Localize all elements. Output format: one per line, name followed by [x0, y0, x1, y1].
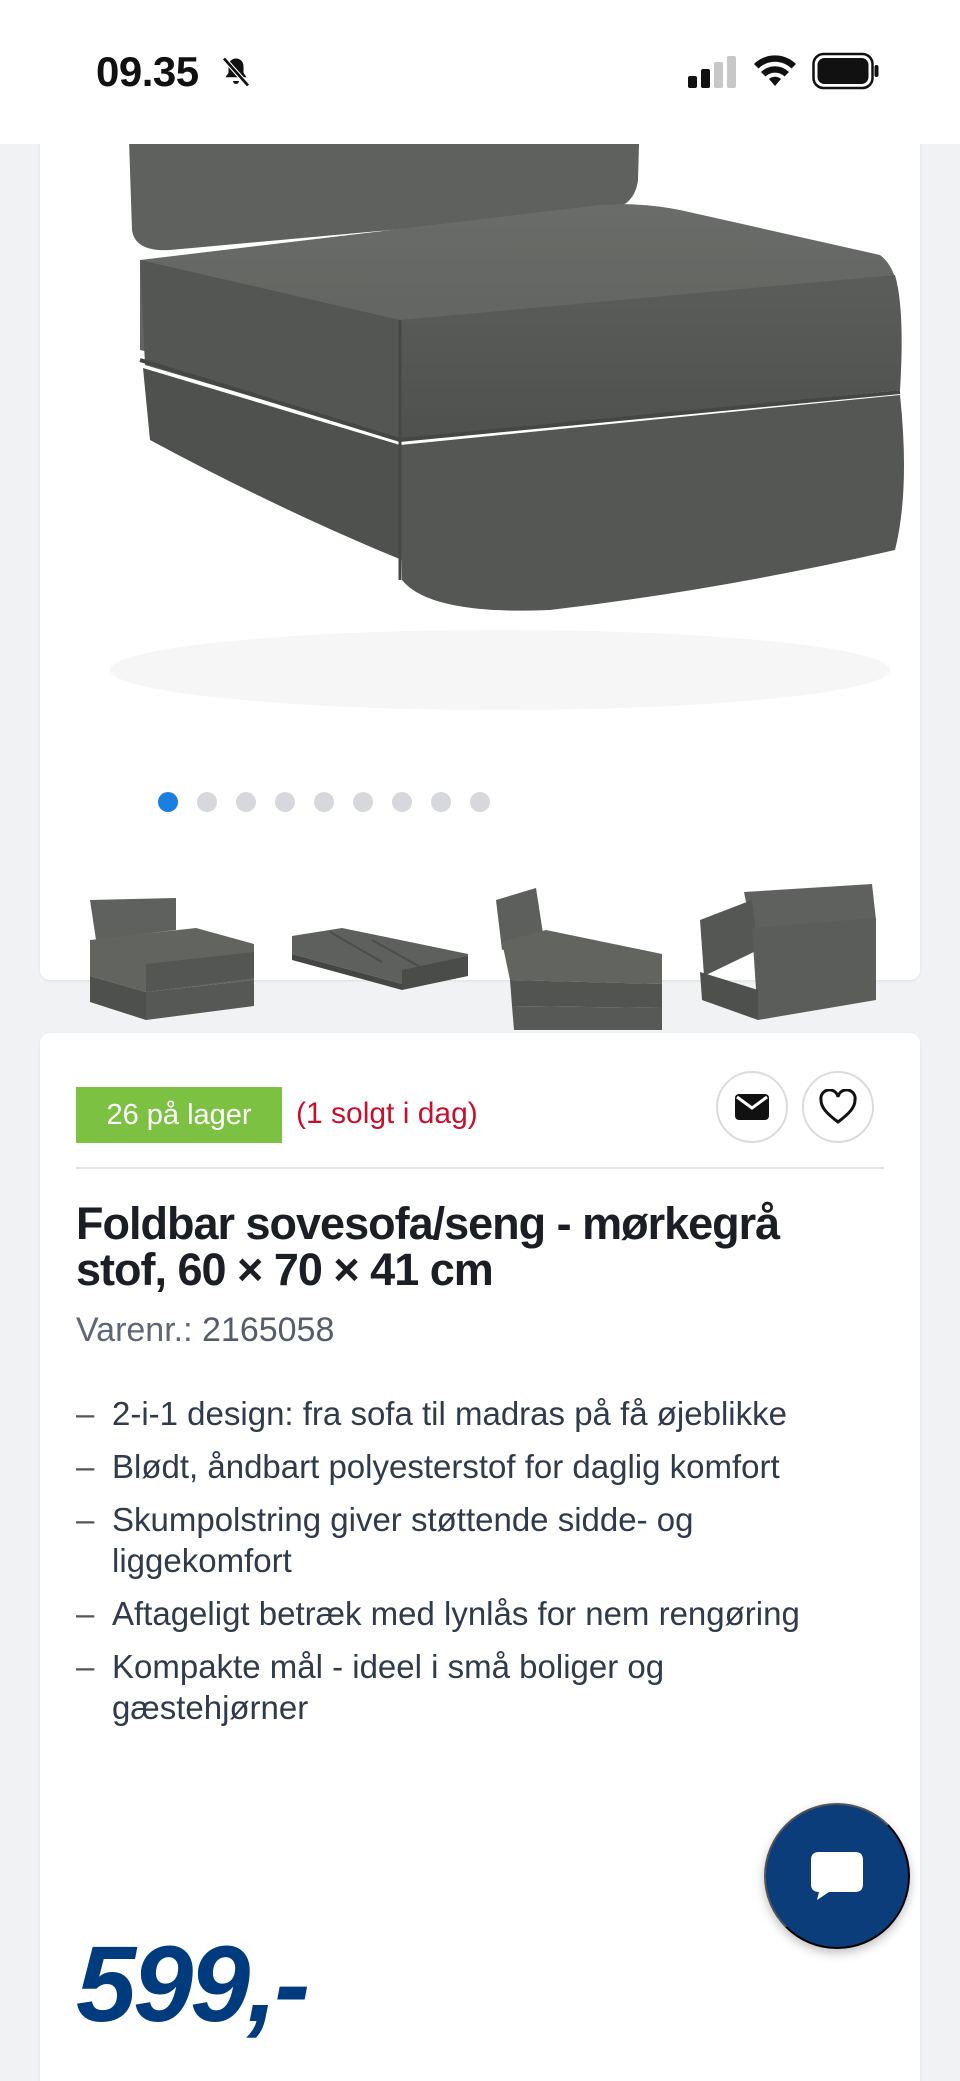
- feature-text: Kompakte mål - ideel i små boliger og gæ…: [112, 1648, 665, 1726]
- stock-badge: 26 på lager: [76, 1087, 282, 1143]
- sold-today-text: (1 solgt i dag): [296, 1097, 478, 1130]
- product-sku: Varenr.: 2165058: [76, 1311, 334, 1350]
- cellular-signal-icon: [688, 56, 736, 88]
- thumbnail-1[interactable]: [76, 880, 266, 1030]
- list-item: – Aftageligt betræk med lynlås for nem re…: [76, 1595, 800, 1632]
- thumbnail-4[interactable]: [692, 880, 882, 1030]
- share-email-button[interactable]: [716, 1071, 788, 1143]
- battery-icon: [812, 52, 879, 90]
- feature-text: Skumpolstring giver støttende sidde- og …: [112, 1501, 694, 1579]
- product-gallery: [40, 110, 920, 1030]
- product-title: Foldbar sovesofa/seng - mørkegrå stof, 6…: [76, 1198, 780, 1295]
- pagination-dot[interactable]: [392, 792, 412, 812]
- chat-button[interactable]: [764, 1803, 910, 1949]
- heart-icon: [819, 1089, 857, 1124]
- status-bar: 09.35: [0, 0, 960, 144]
- product-price: 599,-: [76, 1923, 310, 2044]
- list-item: – Blødt, åndbart polyesterstof for daglig…: [76, 1448, 780, 1485]
- chat-bubble-icon: [811, 1852, 863, 1900]
- favorite-button[interactable]: [802, 1071, 874, 1143]
- feature-text: Aftageligt betræk med lynlås for nem ren…: [112, 1595, 800, 1632]
- feature-text: 2-i-1 design: fra sofa til madras på få …: [112, 1395, 787, 1432]
- pagination-dot[interactable]: [236, 792, 256, 812]
- list-item: – Skumpolstring giver støttende sidde- og…: [76, 1501, 694, 1579]
- bell-slash-icon: [222, 56, 250, 88]
- pagination-dot[interactable]: [470, 792, 490, 812]
- list-item: –2-i-1 design: fra sofa til madras på få…: [76, 1395, 787, 1432]
- thumbnail-3[interactable]: [486, 880, 676, 1030]
- status-time: 09.35: [96, 48, 199, 95]
- divider: [76, 1167, 884, 1169]
- thumbnail-2[interactable]: [282, 880, 472, 1030]
- pagination-dot[interactable]: [314, 792, 334, 812]
- list-item: – Kompakte mål - ideel i små boliger og g…: [76, 1648, 665, 1726]
- product-main-image[interactable]: [80, 110, 920, 730]
- thumbnail-strip: [76, 880, 896, 1030]
- gallery-pagination: [40, 792, 920, 814]
- envelope-icon: [735, 1094, 769, 1120]
- wifi-icon: [754, 55, 796, 86]
- pagination-dot[interactable]: [353, 792, 373, 812]
- pagination-dot[interactable]: [158, 792, 178, 812]
- pagination-dot[interactable]: [275, 792, 295, 812]
- pagination-dot[interactable]: [431, 792, 451, 812]
- sku-label: Varenr.:: [76, 1311, 193, 1349]
- feature-list: –2-i-1 design: fra sofa til madras på få…: [76, 1393, 836, 1740]
- feature-text: Blødt, åndbart polyesterstof for daglig …: [112, 1448, 780, 1485]
- sku-value: 2165058: [202, 1311, 335, 1349]
- pagination-dot[interactable]: [197, 792, 217, 812]
